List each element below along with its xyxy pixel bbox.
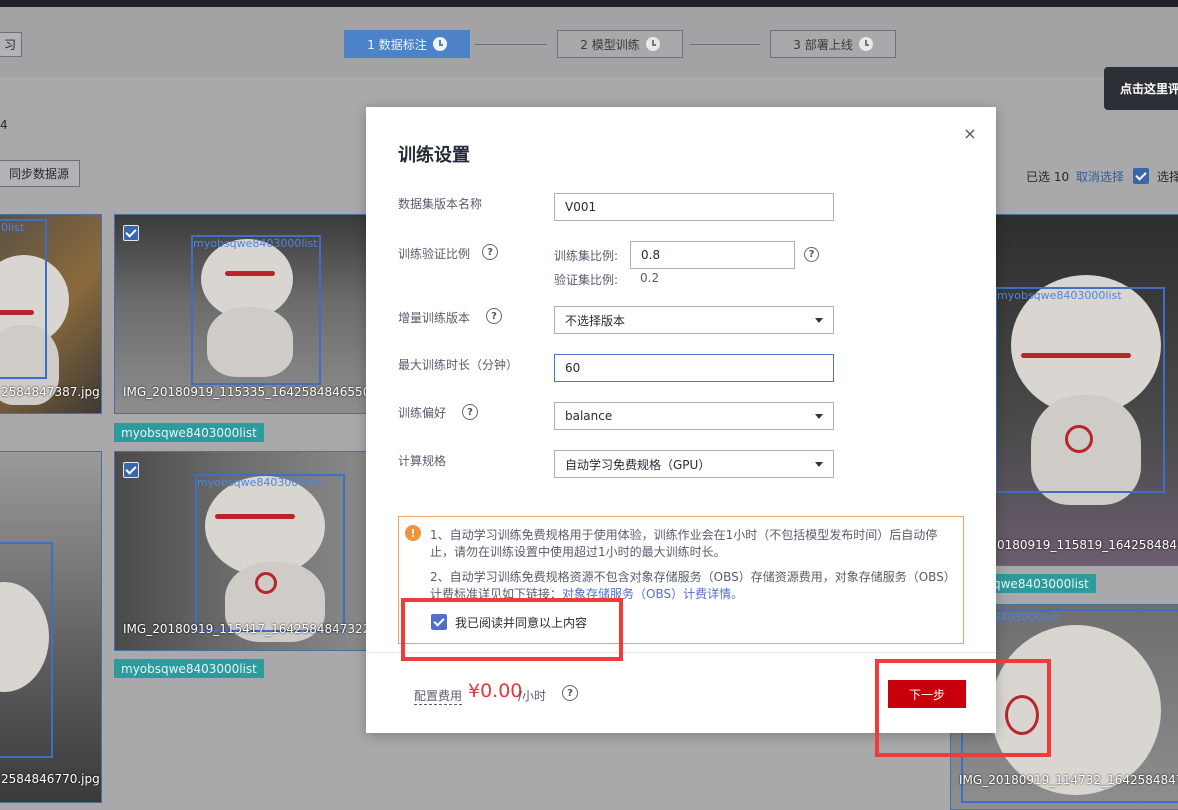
notice-paragraph-1: 1、自动学习训练免费规格用于使用体验，训练作业会在1小时（不包括模型发布时间）后… — [430, 528, 938, 559]
image-card[interactable]: myobsqwe8403000list IMG_20180919_115335_… — [114, 214, 368, 414]
partial-left-button[interactable]: 习 — [0, 32, 22, 57]
fee-label: 配置费用 — [414, 689, 463, 705]
close-icon[interactable]: × — [960, 123, 980, 143]
label-tag: qwe8403000list — [986, 574, 1096, 593]
annotation-highlight — [401, 598, 623, 661]
clock-icon — [645, 37, 660, 51]
image-card[interactable]: myobsqwe8403000list IMG_20180919_115417_… — [114, 451, 368, 651]
chevron-down-icon — [815, 414, 823, 419]
max-time-input[interactable]: 60 — [554, 354, 834, 382]
dataset-version-value: V001 — [565, 200, 597, 214]
bounding-box — [0, 219, 47, 379]
step-label: 2 模型训练 — [580, 37, 640, 52]
bounding-box-label: myobsqwe8403000list — [997, 289, 1122, 302]
bounding-box-label: myobsqwe8403000list — [197, 476, 322, 489]
bounding-box — [191, 235, 321, 385]
train-ratio-input[interactable]: 0.8 — [630, 241, 795, 269]
top-bar — [0, 0, 1178, 7]
help-icon[interactable]: ? — [486, 308, 502, 324]
cancel-selection-link[interactable]: 取消选择 — [1076, 168, 1124, 185]
preference-value: balance — [565, 409, 613, 423]
max-time-label: 最大训练时长（分钟） — [398, 358, 519, 372]
select-all-label: 选择 — [1157, 170, 1178, 184]
guide-tooltip[interactable]: 点击这里评 — [1104, 67, 1178, 110]
val-ratio-value: 0.2 — [640, 271, 660, 285]
label-tag: myobsqwe8403000list — [114, 423, 264, 442]
dialog-title: 训练设置 — [398, 145, 470, 166]
clock-icon — [858, 37, 873, 51]
image-card[interactable]: 0list 2584847387.jpg — [0, 214, 102, 414]
bounding-box-label: myobsqwe8403000list — [193, 237, 318, 250]
fee-unit: /小时 — [518, 689, 547, 703]
file-name: IMG_20180919_115417_1642584847322.jpg — [123, 622, 368, 636]
file-name: 2584846770.jpg — [1, 772, 100, 786]
bounding-box — [195, 474, 345, 632]
help-icon[interactable]: ? — [562, 685, 578, 701]
compute-spec-value: 自动学习免费规格（GPU） — [565, 457, 711, 472]
step-data-labeling[interactable]: 1 数据标注 — [344, 30, 470, 58]
incremental-version-label: 增量训练版本 — [398, 311, 471, 325]
train-ratio-value: 0.8 — [641, 248, 661, 262]
step-label: 3 部署上线 — [793, 37, 853, 52]
train-ratio-label: 训练集比例: — [554, 249, 619, 263]
image-card[interactable]: 2584846770.jpg — [0, 451, 102, 803]
step-connector — [690, 44, 760, 45]
help-icon[interactable]: ? — [804, 247, 819, 262]
card-checkbox[interactable] — [123, 225, 139, 241]
file-name: 0180919_115819_1642584846911 — [997, 538, 1178, 552]
help-icon[interactable]: ? — [482, 244, 498, 260]
count-text: 4 — [0, 118, 8, 132]
split-ratio-label: 训练验证比例 — [398, 247, 471, 261]
selected-count: 已选 10 — [1026, 170, 1070, 184]
sync-datasource-button[interactable]: 同步数据源 — [0, 160, 80, 187]
max-time-value: 60 — [565, 361, 581, 375]
chevron-down-icon — [815, 318, 823, 323]
help-icon[interactable]: ? — [462, 404, 478, 420]
clock-icon — [432, 37, 447, 51]
preference-select[interactable]: balance — [554, 402, 834, 430]
step-model-training[interactable]: 2 模型训练 — [557, 30, 683, 58]
preference-label: 训练偏好 — [398, 406, 447, 420]
file-name: IMG_20180919_114732_1642584847263 — [959, 773, 1178, 787]
label-tag: myobsqwe8403000list — [114, 659, 264, 678]
step-label: 1 数据标注 — [367, 37, 427, 52]
compute-spec-label: 计算规格 — [398, 454, 447, 468]
fee-value: ¥0.00 — [468, 680, 523, 702]
chevron-down-icon — [815, 462, 823, 467]
bounding-box — [995, 287, 1165, 493]
incremental-version-value: 不选择版本 — [565, 313, 626, 328]
dataset-version-label: 数据集版本名称 — [398, 197, 483, 211]
select-all-checkbox[interactable] — [1133, 168, 1149, 184]
step-connector — [475, 44, 547, 45]
incremental-version-select[interactable]: 不选择版本 — [554, 306, 834, 334]
bounding-box-label: 0list — [1, 221, 25, 234]
bounding-box — [0, 542, 53, 758]
dataset-version-input[interactable]: V001 — [554, 193, 834, 221]
file-name: IMG_20180919_115335_1642584846550.jpg — [123, 385, 368, 399]
file-name: 2584847387.jpg — [1, 385, 100, 399]
warning-icon: ! — [405, 525, 421, 541]
step-deploy[interactable]: 3 部署上线 — [770, 30, 896, 58]
val-ratio-label: 验证集比例: — [554, 273, 619, 287]
compute-spec-select[interactable]: 自动学习免费规格（GPU） — [554, 450, 834, 478]
annotation-highlight — [875, 659, 1051, 757]
card-checkbox[interactable] — [123, 462, 139, 478]
